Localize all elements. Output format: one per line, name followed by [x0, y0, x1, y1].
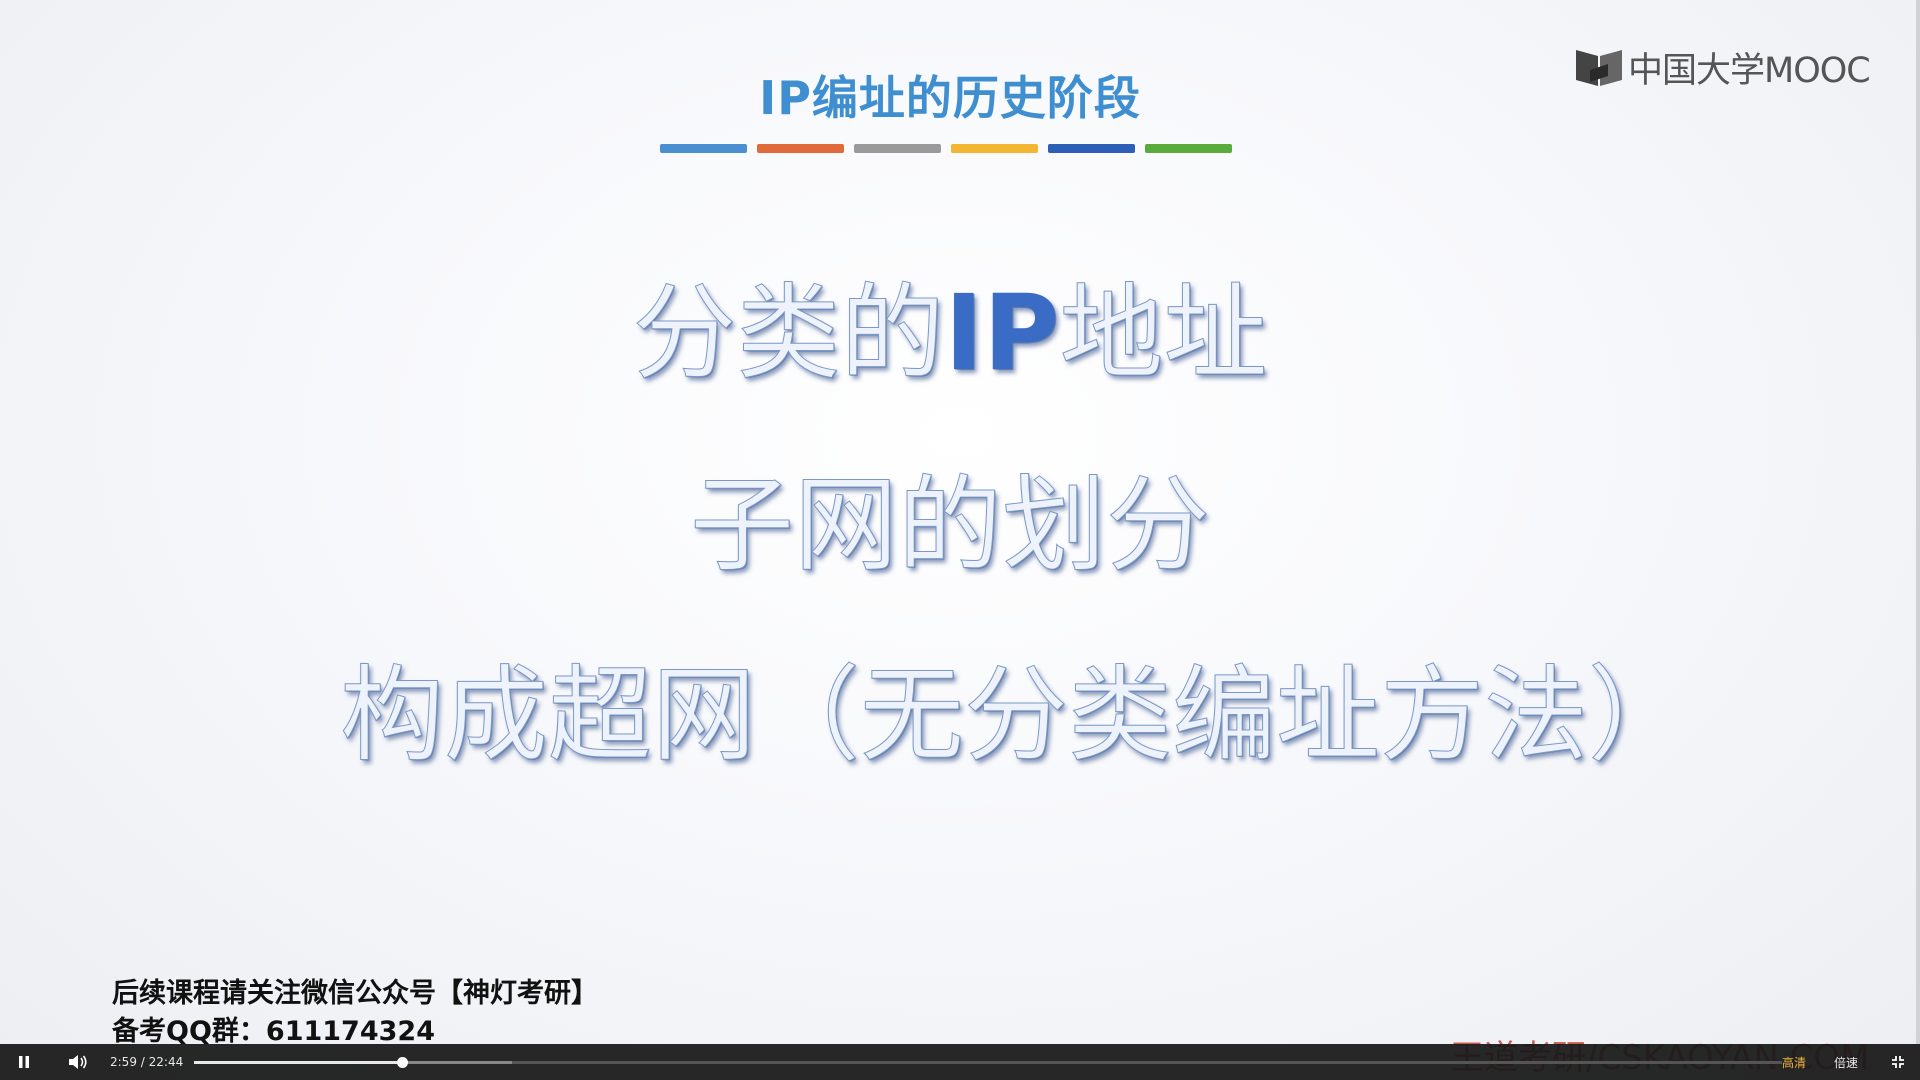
headline-subnetting: 子网的划分	[689, 464, 1210, 587]
color-bar-segment	[757, 144, 844, 153]
frame-edge	[1916, 0, 1920, 1044]
control-bar: 2:59 / 22:44 高清 倍速	[0, 1044, 1920, 1080]
color-bar-segment	[1145, 144, 1232, 153]
volume-button[interactable]	[60, 1044, 96, 1080]
current-time: 2:59	[110, 1055, 137, 1069]
color-bar-segment	[660, 144, 747, 153]
headline1-pre: 分类的	[632, 272, 945, 395]
quality-button[interactable]: 高清	[1782, 1054, 1806, 1071]
notice-overlay: 后续课程请关注微信公众号【神灯考研】 备考QQ群：611174324	[112, 975, 598, 1051]
progress-fill	[194, 1060, 403, 1064]
color-bar-segment	[1048, 144, 1135, 153]
duration: 22:44	[148, 1055, 184, 1069]
exit-fullscreen-button[interactable]	[1880, 1044, 1916, 1080]
headline1-post: 地址	[1059, 272, 1268, 395]
pause-icon	[19, 1056, 29, 1068]
color-bar	[660, 144, 1232, 153]
time-display: 2:59 / 22:44	[110, 1055, 190, 1069]
progress-handle[interactable]	[397, 1056, 409, 1068]
volume-icon	[69, 1055, 87, 1069]
headline-supernet: 构成超网（无分类编址方法）	[339, 654, 1693, 777]
pause-button[interactable]	[6, 1044, 42, 1080]
color-bar-segment	[951, 144, 1038, 153]
speed-button[interactable]: 倍速	[1834, 1054, 1858, 1071]
headline-classful-ip: 分类的IP地址	[0, 248, 1900, 399]
time-separator: /	[136, 1055, 149, 1069]
headline1-ip: IP	[944, 272, 1060, 394]
notice-line1: 后续课程请关注微信公众号【神灯考研】	[112, 978, 598, 1009]
color-bar-segment	[854, 144, 941, 153]
progress-bar[interactable]	[194, 1056, 1782, 1068]
slide-title: IP编址的历史阶段	[759, 71, 1141, 125]
video-player[interactable]: 中国大学MOOC IP编址的历史阶段 分类的IP地址 子网的划分 构成超网（无分…	[0, 0, 1920, 1080]
exit-fullscreen-icon	[1892, 1056, 1904, 1068]
